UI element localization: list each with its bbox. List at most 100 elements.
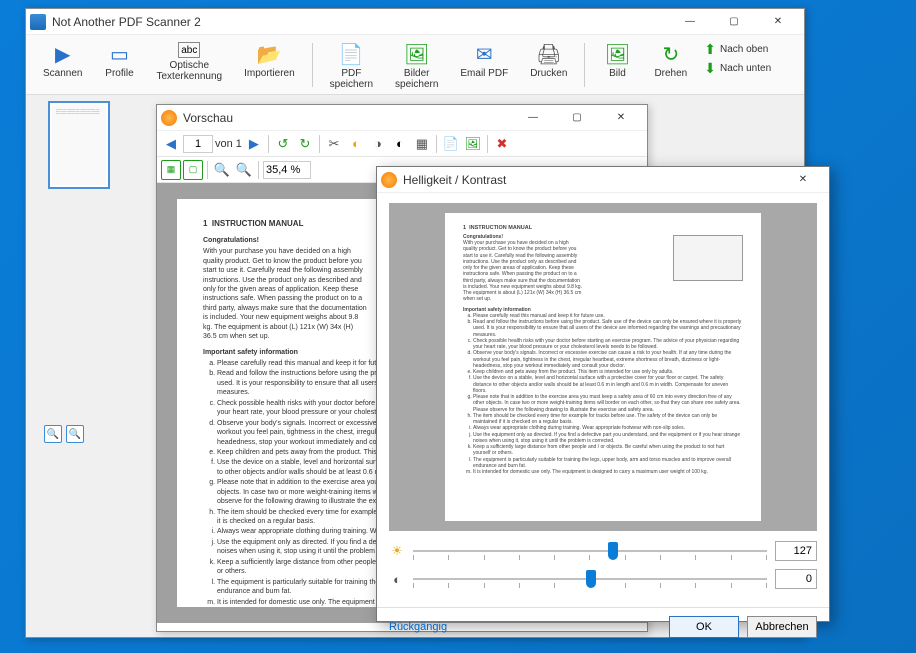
move-up-button[interactable]: ⬆ Nach oben [704, 41, 771, 58]
profiles-button[interactable]: ▭ Profile [95, 39, 143, 82]
profiles-icon: ▭ [107, 42, 131, 66]
preview-minimize-button[interactable]: — [511, 106, 555, 130]
image-icon: 🖼 [605, 42, 629, 66]
mini-list-item: Keep a sufficiently large distance from … [473, 444, 743, 457]
preview-maximize-button[interactable]: ▢ [555, 106, 599, 130]
save-pdf-icon-button[interactable]: 📄 [441, 134, 461, 154]
brightness-contrast-dialog: Helligkeit / Kontrast ✕ 1 INSTRUCTION MA… [376, 166, 830, 622]
zoom-fit-button[interactable]: ▦ [161, 160, 181, 180]
ocr-label: OptischeTexterkennung [156, 60, 222, 82]
dialog-app-icon [381, 172, 397, 188]
thumb-zoom-out-button[interactable]: 🔍 [66, 425, 84, 443]
toolbar-separator [312, 43, 313, 87]
scan-icon: ▶ [51, 42, 75, 66]
mini-safety-list: Please carefully read this manual and ke… [463, 313, 743, 476]
maximize-button[interactable]: ▢ [712, 10, 756, 34]
mini-list-item: The equipment is particularly suitable f… [473, 457, 743, 470]
cancel-button[interactable]: Abbrechen [747, 616, 817, 638]
preview-toolbar-1: ◀ von 1 ▶ ↺ ↻ ✂ ◐ ◑ ◐ ▦ 📄 🖼 ✖ [157, 131, 647, 157]
minimize-button[interactable]: — [668, 10, 712, 34]
scan-button[interactable]: ▶ Scannen [34, 39, 91, 82]
move-down-label: Nach unten [720, 63, 771, 74]
images-icon: 🖼 [405, 42, 429, 66]
zoom-out-button[interactable]: 🔍 [212, 160, 232, 180]
import-label: Importieren [244, 68, 295, 79]
save-pdf-label: PDFspeichern [330, 68, 373, 90]
rotate-left-button[interactable]: ↺ [273, 134, 293, 154]
contrast-slider-knob[interactable] [586, 570, 596, 588]
page-next-button[interactable]: ▶ [244, 134, 264, 154]
mini-list-item: It is intended for domestic use only. Th… [473, 469, 743, 475]
mini-heading: 1 INSTRUCTION MANUAL [463, 225, 743, 232]
dialog-preview-frame: 1 INSTRUCTION MANUAL Congratulations! Wi… [389, 203, 817, 531]
print-icon: 🖨 [537, 42, 561, 66]
mini-list-item: Check possible health risks with your do… [473, 338, 743, 351]
delete-button[interactable]: ✖ [492, 134, 512, 154]
hue-button[interactable]: ◑ [368, 134, 388, 154]
mini-intro: With your purchase you have decided on a… [463, 240, 583, 303]
sharpen-button[interactable]: ▦ [412, 134, 432, 154]
page-prev-button[interactable]: ◀ [161, 134, 181, 154]
thumbnail-content: ▬▬▬ ▬▬ ▬▬▬▬ ▬▬ ▬▬▬ ▬▬▬▬ ▬▬ ▬▬ ▬▬▬ ▬▬▬▬ ▬… [52, 105, 106, 185]
rotate-icon: ↻ [659, 42, 683, 66]
dialog-close-button[interactable]: ✕ [781, 168, 825, 192]
rotate-right-button[interactable]: ↻ [295, 134, 315, 154]
separator [319, 135, 320, 153]
brightness-slider-row: ☀ [389, 541, 817, 561]
rotate-label: Drehen [654, 68, 687, 79]
contrast-value-input[interactable] [775, 569, 817, 589]
move-column: ⬆ Nach oben ⬇ Nach unten [700, 39, 775, 79]
ok-button[interactable]: OK [669, 616, 739, 638]
save-images-button[interactable]: 🖼 Bilderspeichern [386, 39, 447, 93]
zoom-in-button[interactable]: 🔍 [234, 160, 254, 180]
profiles-label: Profile [105, 68, 133, 79]
image-button[interactable]: 🖼 Bild [593, 39, 641, 82]
dialog-body: 1 INSTRUCTION MANUAL Congratulations! Wi… [377, 193, 829, 607]
page-thumbnail[interactable]: ▬▬▬ ▬▬ ▬▬▬▬ ▬▬ ▬▬▬ ▬▬▬▬ ▬▬ ▬▬ ▬▬▬ ▬▬▬▬ ▬… [48, 101, 110, 189]
contrast-slider[interactable] [413, 569, 767, 589]
save-pdf-button[interactable]: 📄 PDFspeichern [321, 39, 382, 93]
thumb-zoom-in-button[interactable]: 🔍 [44, 425, 62, 443]
ocr-button[interactable]: abc OptischeTexterkennung [147, 39, 231, 85]
separator [487, 135, 488, 153]
undo-link[interactable]: Rückgängig [389, 621, 661, 633]
print-label: Drucken [530, 68, 567, 79]
separator [436, 135, 437, 153]
brightness-value-input[interactable] [775, 541, 817, 561]
move-down-button[interactable]: ⬇ Nach unten [704, 60, 771, 77]
brightness-slider[interactable] [413, 541, 767, 561]
image-label: Bild [609, 68, 626, 79]
brightness-contrast-button[interactable]: ◐ [346, 134, 366, 154]
window-title: Not Another PDF Scanner 2 [52, 15, 668, 29]
print-button[interactable]: 🖨 Drucken [521, 39, 576, 82]
zoom-actual-button[interactable]: ▢ [183, 160, 203, 180]
save-images-label: Bilderspeichern [395, 68, 438, 90]
move-up-label: Nach oben [720, 44, 768, 55]
contrast-icon: ◐ [389, 571, 405, 587]
mini-list-item: Please note that in addition to the exer… [473, 394, 743, 413]
brightness-slider-knob[interactable] [608, 542, 618, 560]
app-icon [30, 14, 46, 30]
email-pdf-button[interactable]: ✉ Email PDF [451, 39, 517, 82]
import-button[interactable]: 📂 Importieren [235, 39, 304, 82]
dialog-title: Helligkeit / Kontrast [403, 173, 781, 187]
dialog-preview-page: 1 INSTRUCTION MANUAL Congratulations! Wi… [445, 213, 761, 521]
preview-title: Vorschau [183, 111, 511, 125]
save-image-icon-button[interactable]: 🖼 [463, 134, 483, 154]
blackwhite-button[interactable]: ◐ [390, 134, 410, 154]
zoom-value-input[interactable] [263, 161, 311, 179]
separator [207, 161, 208, 179]
arrow-down-icon: ⬇ [704, 60, 716, 77]
rotate-button[interactable]: ↻ Drehen [645, 39, 696, 82]
main-toolbar: ▶ Scannen ▭ Profile abc OptischeTexterke… [26, 35, 804, 95]
email-pdf-label: Email PDF [460, 68, 508, 79]
preview-titlebar: Vorschau — ▢ ✕ [157, 105, 647, 131]
close-button[interactable]: ✕ [756, 10, 800, 34]
page-number-input[interactable] [183, 135, 213, 153]
preview-close-button[interactable]: ✕ [599, 106, 643, 130]
contrast-slider-row: ◐ [389, 569, 817, 589]
mini-list-item: Use the equipment only as directed. If y… [473, 432, 743, 445]
crop-button[interactable]: ✂ [324, 134, 344, 154]
ocr-icon: abc [178, 42, 200, 58]
arrow-up-icon: ⬆ [704, 41, 716, 58]
